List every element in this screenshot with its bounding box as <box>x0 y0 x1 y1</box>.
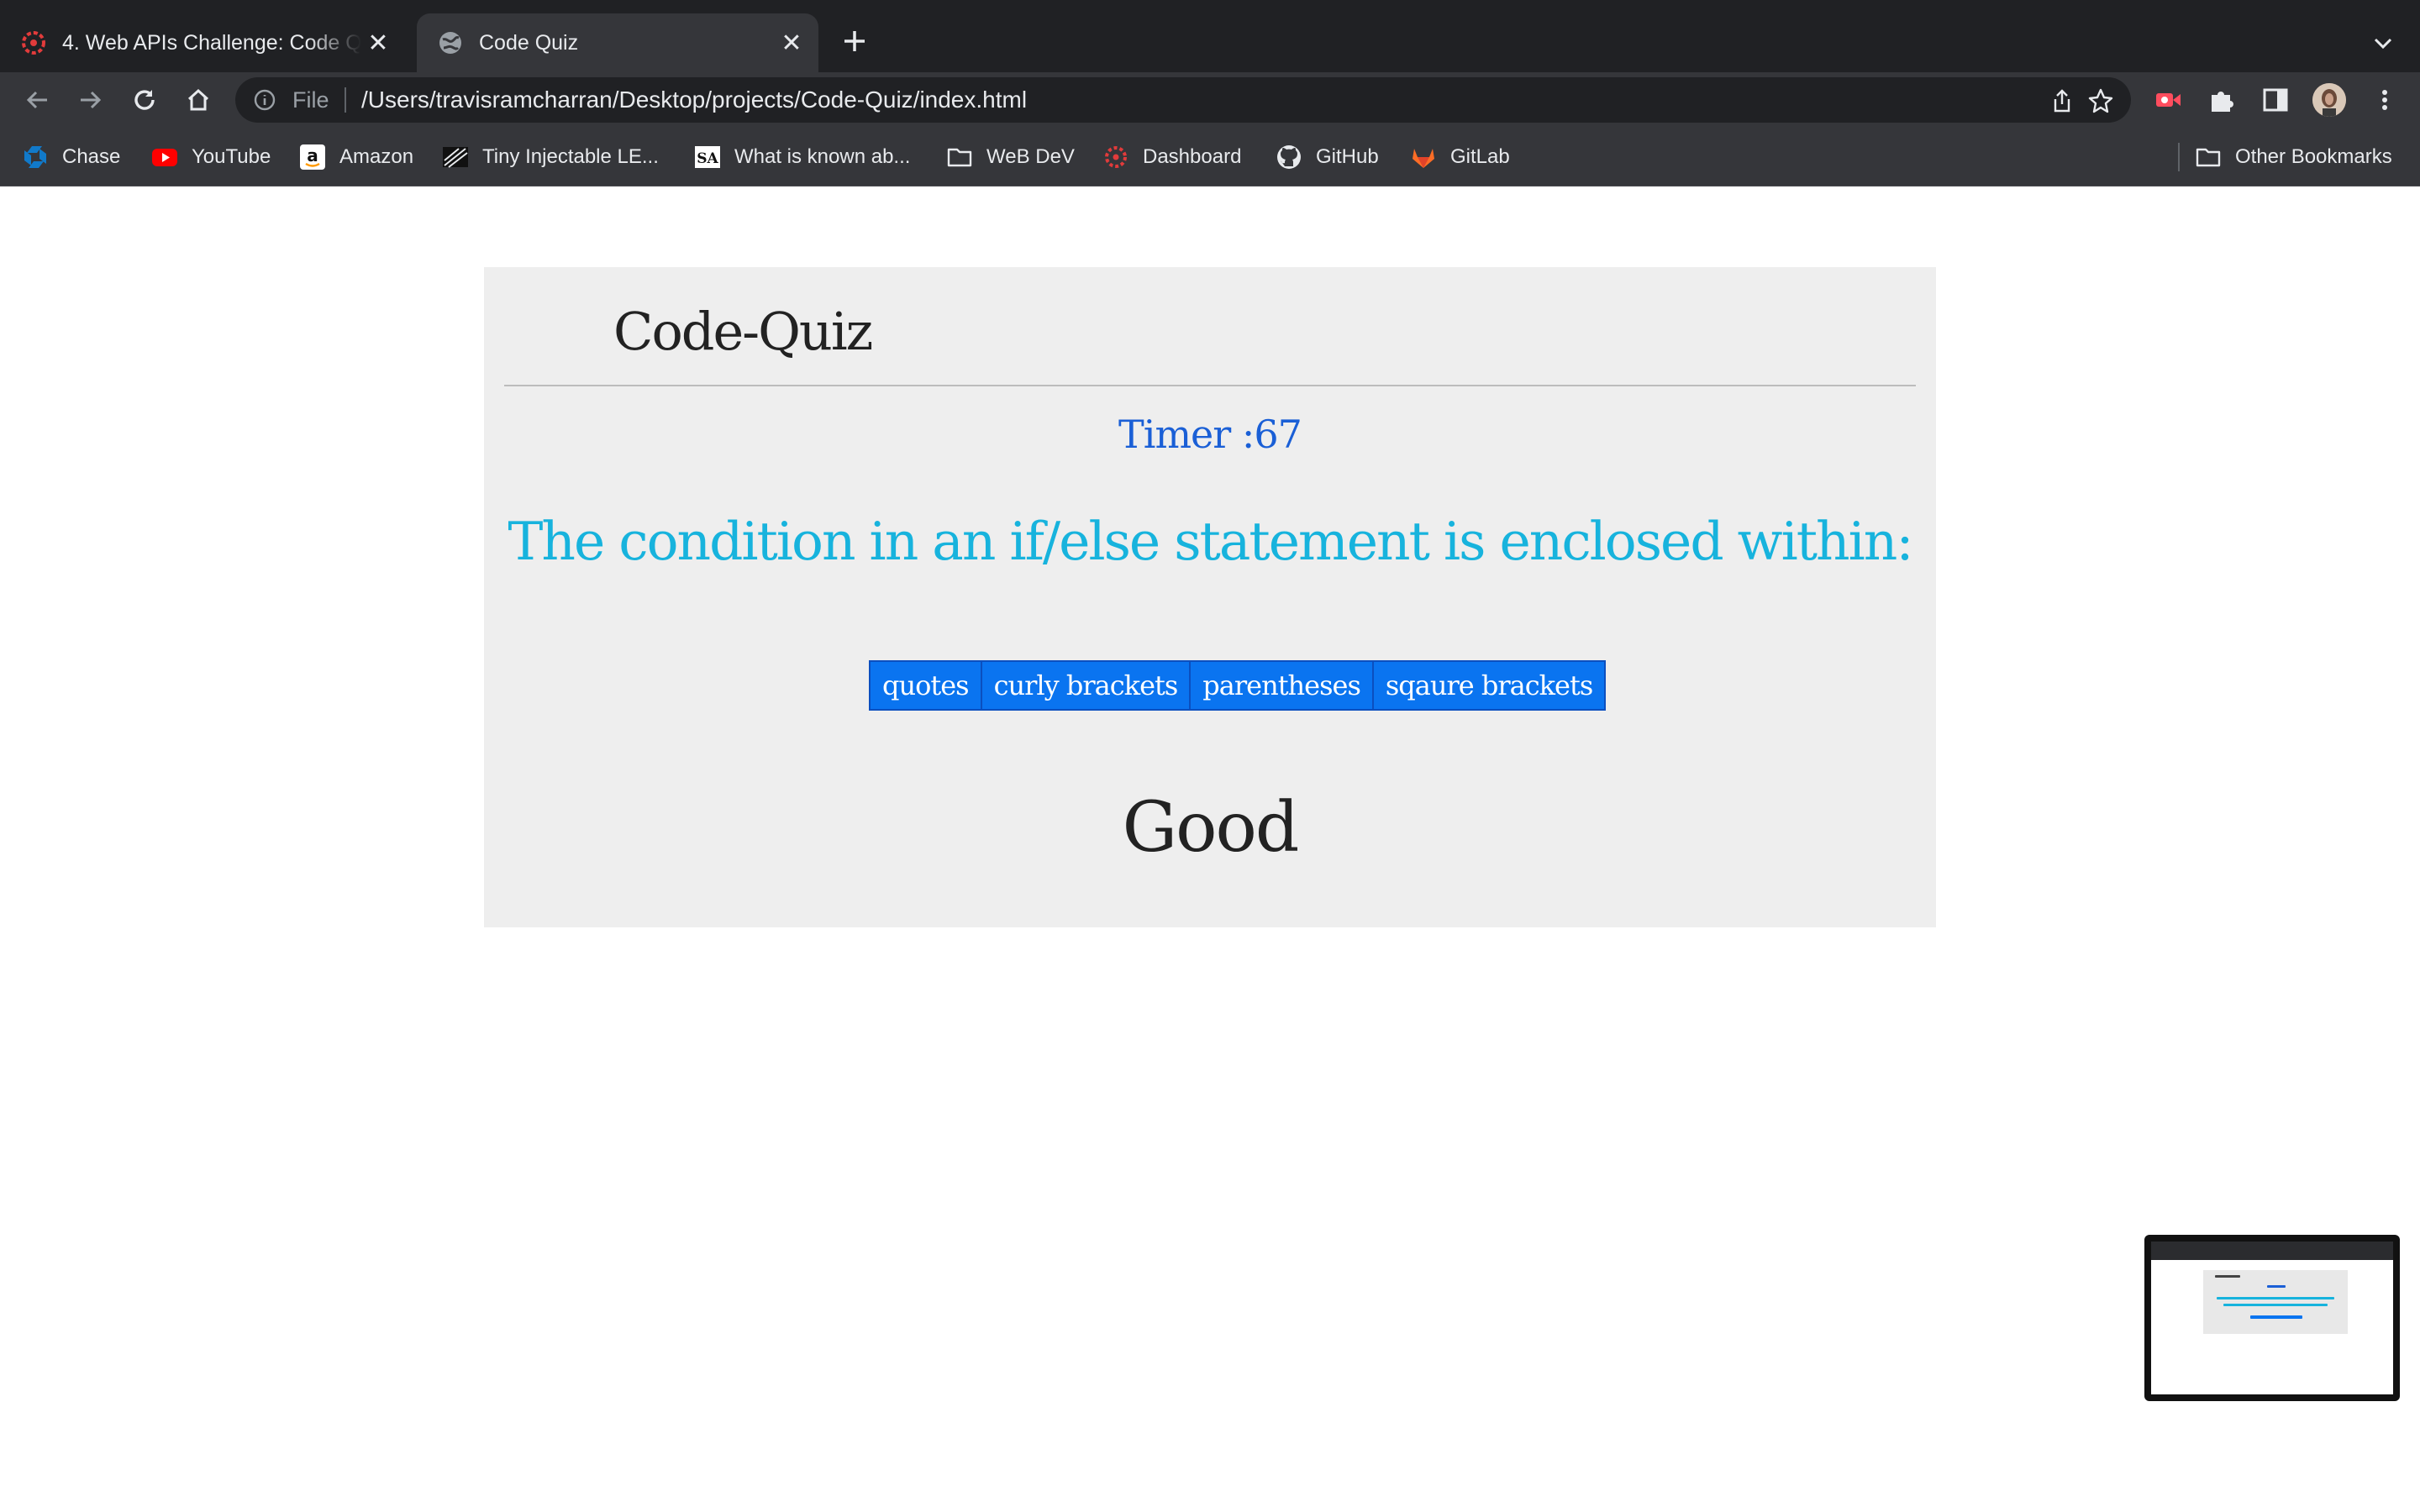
screenshot-preview-thumbnail[interactable] <box>2144 1235 2400 1401</box>
info-icon[interactable] <box>252 87 277 113</box>
bookmarks-bar: Chase YouTube a Amazon Tiny Injectable L… <box>0 128 2420 186</box>
thumbnail-line <box>2267 1285 2286 1288</box>
reload-icon[interactable] <box>128 83 161 117</box>
forward-arrow-icon[interactable] <box>74 83 108 117</box>
profile-photo-icon <box>2312 83 2346 117</box>
youtube-icon <box>152 149 177 166</box>
answer-buttons: quotes curly brackets parentheses sqaure… <box>869 660 1607 711</box>
bookmark-label: GitHub <box>1316 145 1379 168</box>
answer-button-quotes[interactable]: quotes <box>871 662 982 709</box>
answer-button-parentheses[interactable]: parentheses <box>1191 662 1374 709</box>
address-bar[interactable]: File /Users/travisramcharran/Desktop/pro… <box>235 77 2131 123</box>
divider <box>2178 143 2180 171</box>
close-tab-icon[interactable]: ✕ <box>775 29 808 58</box>
thumbnail-line <box>2215 1275 2240 1278</box>
tab-title: 4. Web APIs Challenge: Code Quiz <box>62 30 361 55</box>
kebab-menu-icon[interactable] <box>2368 83 2402 117</box>
globe-icon <box>439 32 461 54</box>
bookmark-folder-web-dev[interactable]: WeB DeV <box>946 128 1075 186</box>
bookmark-other-bookmarks[interactable]: Other Bookmarks <box>2195 128 2392 186</box>
bookmark-label: WeB DeV <box>986 145 1075 168</box>
question-text: The condition in an if/else statement is… <box>508 511 1913 572</box>
tab-title: Code Quiz <box>479 30 579 55</box>
bookmark-dashboard[interactable]: Dashboard <box>1102 128 1241 186</box>
close-tab-icon[interactable]: ✕ <box>361 29 395 58</box>
thumbnail-screen <box>2151 1242 2393 1394</box>
answer-feedback: Good <box>1122 788 1300 868</box>
url-text[interactable]: /Users/travisramcharran/Desktop/projects… <box>361 87 1027 113</box>
github-icon <box>1277 145 1301 169</box>
timer: Timer :67 <box>1118 412 1302 457</box>
bookmark-tiny-injectable[interactable]: Tiny Injectable LE... <box>442 128 659 186</box>
bookmark-amazon[interactable]: a Amazon <box>299 128 413 186</box>
bookmark-gitlab[interactable]: GitLab <box>1410 128 1510 186</box>
tab-strip: 4. Web APIs Challenge: Code Quiz ✕ Code … <box>0 0 2420 72</box>
thumbnail-quiz-card <box>2203 1270 2348 1334</box>
bookmark-label: GitLab <box>1450 145 1510 168</box>
sa-icon: SA <box>695 146 720 168</box>
share-icon[interactable] <box>2049 87 2075 114</box>
folder-icon <box>947 148 972 167</box>
page-title: Code-Quiz <box>613 301 873 362</box>
thumbnail-line <box>2250 1315 2302 1319</box>
canvas-logo-icon <box>1105 146 1127 168</box>
bookmark-what-is-known[interactable]: SA What is known ab... <box>694 128 910 186</box>
star-icon[interactable] <box>2087 87 2114 114</box>
bookmark-label: Dashboard <box>1143 145 1242 168</box>
profile-avatar[interactable] <box>2312 83 2346 117</box>
bookmark-label: YouTube <box>192 145 271 168</box>
browser-toolbar: File /Users/travisramcharran/Desktop/pro… <box>0 72 2420 128</box>
bookmark-chase[interactable]: Chase <box>22 128 120 186</box>
tab-web-apis-challenge[interactable]: 4. Web APIs Challenge: Code Quiz ✕ <box>18 13 405 72</box>
answer-button-square-brackets[interactable]: sqaure brackets <box>1373 662 1605 709</box>
quiz-card: Code-Quiz Timer :67 The condition in an … <box>484 267 1936 927</box>
extension-record-icon[interactable] <box>2153 85 2183 115</box>
puzzle-extensions-icon[interactable] <box>2207 85 2237 115</box>
thumbnail-line <box>2223 1304 2328 1306</box>
scheme-label: File <box>292 87 329 113</box>
answer-button-curly-brackets[interactable]: curly brackets <box>981 662 1192 709</box>
tab-code-quiz[interactable]: Code Quiz ✕ <box>417 13 818 72</box>
svg-text:a: a <box>307 145 318 165</box>
folder-icon <box>2196 148 2221 167</box>
header-divider <box>504 385 1916 386</box>
side-panel-icon[interactable] <box>2260 85 2291 115</box>
new-tab-icon[interactable] <box>832 18 877 64</box>
thumbnail-browser-chrome <box>2151 1242 2393 1260</box>
gitlab-icon <box>1413 149 1434 168</box>
bookmark-label: Chase <box>62 145 121 168</box>
bookmark-youtube[interactable]: YouTube <box>151 128 271 186</box>
bookmark-github[interactable]: GitHub <box>1276 128 1379 186</box>
chase-icon <box>24 146 46 168</box>
site-icon <box>443 147 468 168</box>
amazon-icon: a <box>300 144 325 170</box>
svg-text:SA: SA <box>697 150 718 167</box>
home-icon[interactable] <box>182 83 215 117</box>
divider <box>345 87 346 113</box>
bookmark-label: Other Bookmarks <box>2235 145 2392 168</box>
bookmark-label: Tiny Injectable LE... <box>482 145 659 168</box>
canvas-logo-icon <box>22 31 45 55</box>
bookmark-label: What is known ab... <box>734 145 911 168</box>
chevron-down-icon[interactable] <box>2366 27 2400 60</box>
back-arrow-icon[interactable] <box>20 83 54 117</box>
bookmark-label: Amazon <box>339 145 414 168</box>
thumbnail-line <box>2217 1297 2334 1299</box>
